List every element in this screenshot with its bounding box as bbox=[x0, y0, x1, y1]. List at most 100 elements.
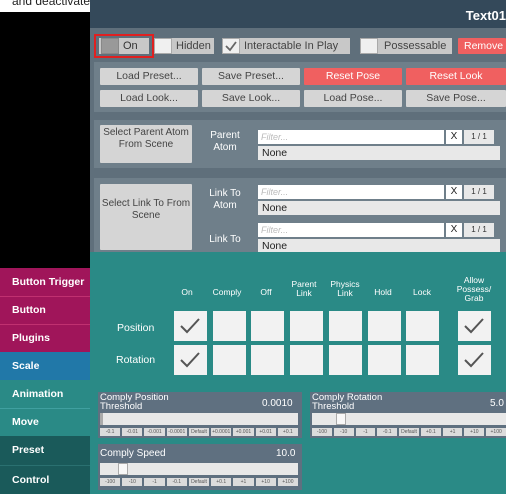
rotation-hold-cell[interactable] bbox=[368, 345, 401, 375]
sidebar-item-move[interactable]: Move bbox=[0, 408, 90, 436]
slider-tick-button[interactable]: -10 bbox=[122, 478, 143, 486]
comply-rotation-label: Comply Rotation Threshold bbox=[312, 392, 383, 412]
slider-tick-button[interactable]: -100 bbox=[100, 478, 121, 486]
comply-rotation-value: 5.0 bbox=[490, 398, 504, 409]
link-atom-select[interactable]: None bbox=[258, 201, 500, 215]
slider-tick-button[interactable]: Default bbox=[188, 428, 210, 436]
sidebar-item-control[interactable]: Control bbox=[0, 465, 90, 494]
slider-tick-button[interactable]: +1 bbox=[233, 478, 254, 486]
row-label-position: Position bbox=[117, 322, 155, 334]
slider-tick-button[interactable]: -100 bbox=[312, 428, 332, 436]
slider-tick-button[interactable]: +0.001 bbox=[233, 428, 254, 436]
parent-atom-select[interactable]: None bbox=[258, 146, 500, 160]
rotation-parent-link-cell[interactable] bbox=[290, 345, 323, 375]
position-lock-cell[interactable] bbox=[406, 311, 439, 341]
slider-tick-button[interactable]: +1 bbox=[442, 428, 463, 436]
reset-pose-button[interactable]: Reset Pose bbox=[304, 68, 402, 85]
check-icon bbox=[180, 318, 200, 334]
position-on-cell[interactable] bbox=[174, 311, 207, 341]
possessable-checkbox[interactable] bbox=[360, 38, 378, 54]
comply-speed-slider[interactable] bbox=[100, 463, 298, 475]
parent-atom-label: Parent Atom bbox=[210, 130, 240, 153]
save-look-button[interactable]: Save Look... bbox=[202, 90, 300, 107]
slider-tick-button[interactable]: -10 bbox=[333, 428, 354, 436]
hidden-toggle[interactable]: Hidden bbox=[154, 38, 214, 54]
slider-tick-button[interactable]: +0.1 bbox=[420, 428, 441, 436]
slider-tick-button[interactable]: +0.0001 bbox=[211, 428, 232, 436]
rotation-comply-cell[interactable] bbox=[213, 345, 246, 375]
comply-speed-value: 10.0 bbox=[276, 448, 296, 459]
sidebar-item-label: Preset bbox=[12, 444, 45, 456]
slider-handle[interactable] bbox=[100, 413, 103, 425]
viewport-black bbox=[0, 12, 90, 268]
slider-tick-button[interactable]: Default bbox=[399, 428, 419, 436]
link-filter-input[interactable]: Filter... bbox=[258, 223, 444, 237]
slider-tick-button[interactable]: +0.1 bbox=[211, 478, 232, 486]
comply-rotation-slider[interactable] bbox=[312, 413, 506, 425]
slider-tick-button[interactable]: -1 bbox=[144, 478, 165, 486]
slider-tick-button[interactable]: -0.1 bbox=[100, 428, 121, 436]
rotation-off-cell[interactable] bbox=[251, 345, 284, 375]
slider-tick-button[interactable]: +0.01 bbox=[255, 428, 276, 436]
parent-filter-input[interactable]: Filter... bbox=[258, 130, 444, 144]
slider-tick-button[interactable]: +100 bbox=[486, 428, 506, 436]
rotation-lock-cell[interactable] bbox=[406, 345, 439, 375]
rotation-physics-link-cell[interactable] bbox=[329, 345, 362, 375]
load-look-button[interactable]: Load Look... bbox=[100, 90, 198, 107]
slider-tick-button[interactable]: -0.0001 bbox=[166, 428, 187, 436]
slider-tick-button[interactable]: -0.1 bbox=[377, 428, 398, 436]
select-link-button[interactable]: Select Link To From Scene bbox=[100, 184, 192, 250]
load-pose-button[interactable]: Load Pose... bbox=[304, 90, 402, 107]
slider-tick-button[interactable]: +0.1 bbox=[277, 428, 298, 436]
position-physics-link-cell[interactable] bbox=[329, 311, 362, 341]
save-preset-button[interactable]: Save Preset... bbox=[202, 68, 300, 85]
sidebar-item-animation[interactable]: Animation bbox=[0, 380, 90, 408]
sidebar-item-button-trigger[interactable]: Button Trigger bbox=[0, 268, 90, 296]
slider-tick-button[interactable]: -1 bbox=[355, 428, 376, 436]
slider-tick-button[interactable]: -0.001 bbox=[144, 428, 165, 436]
comply-speed-ticks: -100 -10 -1 -0.1 Default +0.1 +1 +10 +100 bbox=[100, 478, 298, 486]
sidebar-item-plugins[interactable]: Plugins bbox=[0, 324, 90, 352]
interactable-checkbox[interactable] bbox=[222, 38, 240, 54]
hidden-checkbox[interactable] bbox=[154, 38, 172, 54]
sidebar-item-scale[interactable]: Scale bbox=[0, 352, 90, 380]
position-off-cell[interactable] bbox=[251, 311, 284, 341]
link-clear-button[interactable]: X bbox=[446, 223, 462, 237]
rotation-on-cell[interactable] bbox=[174, 345, 207, 375]
on-toggle[interactable]: On bbox=[99, 38, 149, 54]
slider-handle[interactable] bbox=[336, 413, 346, 425]
link-select[interactable]: None bbox=[258, 239, 500, 253]
parent-clear-button[interactable]: X bbox=[446, 130, 462, 144]
slider-tick-button[interactable]: +10 bbox=[464, 428, 485, 436]
position-comply-cell[interactable] bbox=[213, 311, 246, 341]
select-parent-button[interactable]: Select Parent Atom From Scene bbox=[100, 125, 192, 163]
position-allow-possess-cell[interactable] bbox=[458, 311, 491, 341]
position-hold-cell[interactable] bbox=[368, 311, 401, 341]
interactable-toggle[interactable]: Interactable In Play bbox=[222, 38, 350, 54]
rotation-allow-possess-cell[interactable] bbox=[458, 345, 491, 375]
sidebar-item-button[interactable]: Button bbox=[0, 296, 90, 324]
check-icon bbox=[464, 352, 484, 368]
col-header-comply: Comply bbox=[212, 287, 242, 297]
sidebar-item-preset[interactable]: Preset bbox=[0, 436, 90, 465]
slider-tick-button[interactable]: +100 bbox=[277, 478, 298, 486]
link-atom-clear-button[interactable]: X bbox=[446, 185, 462, 199]
sidebar: Button Trigger Button Plugins Scale Anim… bbox=[0, 268, 90, 494]
hidden-label: Hidden bbox=[176, 40, 211, 52]
possessable-toggle[interactable]: Possessable bbox=[360, 38, 452, 54]
slider-tick-button[interactable]: -0.1 bbox=[166, 478, 187, 486]
save-pose-button[interactable]: Save Pose... bbox=[406, 90, 506, 107]
slider-tick-button[interactable]: +10 bbox=[255, 478, 276, 486]
slider-handle[interactable] bbox=[118, 463, 128, 475]
slider-tick-button[interactable]: -0.01 bbox=[122, 428, 143, 436]
on-checkbox[interactable] bbox=[101, 38, 119, 54]
remove-button[interactable]: Remove bbox=[458, 38, 506, 54]
comply-position-slider[interactable] bbox=[100, 413, 298, 425]
check-icon bbox=[464, 318, 484, 334]
load-preset-button[interactable]: Load Preset... bbox=[100, 68, 198, 85]
comply-position-label: Comply Position Threshold bbox=[100, 392, 169, 412]
reset-look-button[interactable]: Reset Look bbox=[406, 68, 506, 85]
slider-tick-button[interactable]: Default bbox=[188, 478, 210, 486]
link-atom-filter-input[interactable]: Filter... bbox=[258, 185, 444, 199]
position-parent-link-cell[interactable] bbox=[290, 311, 323, 341]
